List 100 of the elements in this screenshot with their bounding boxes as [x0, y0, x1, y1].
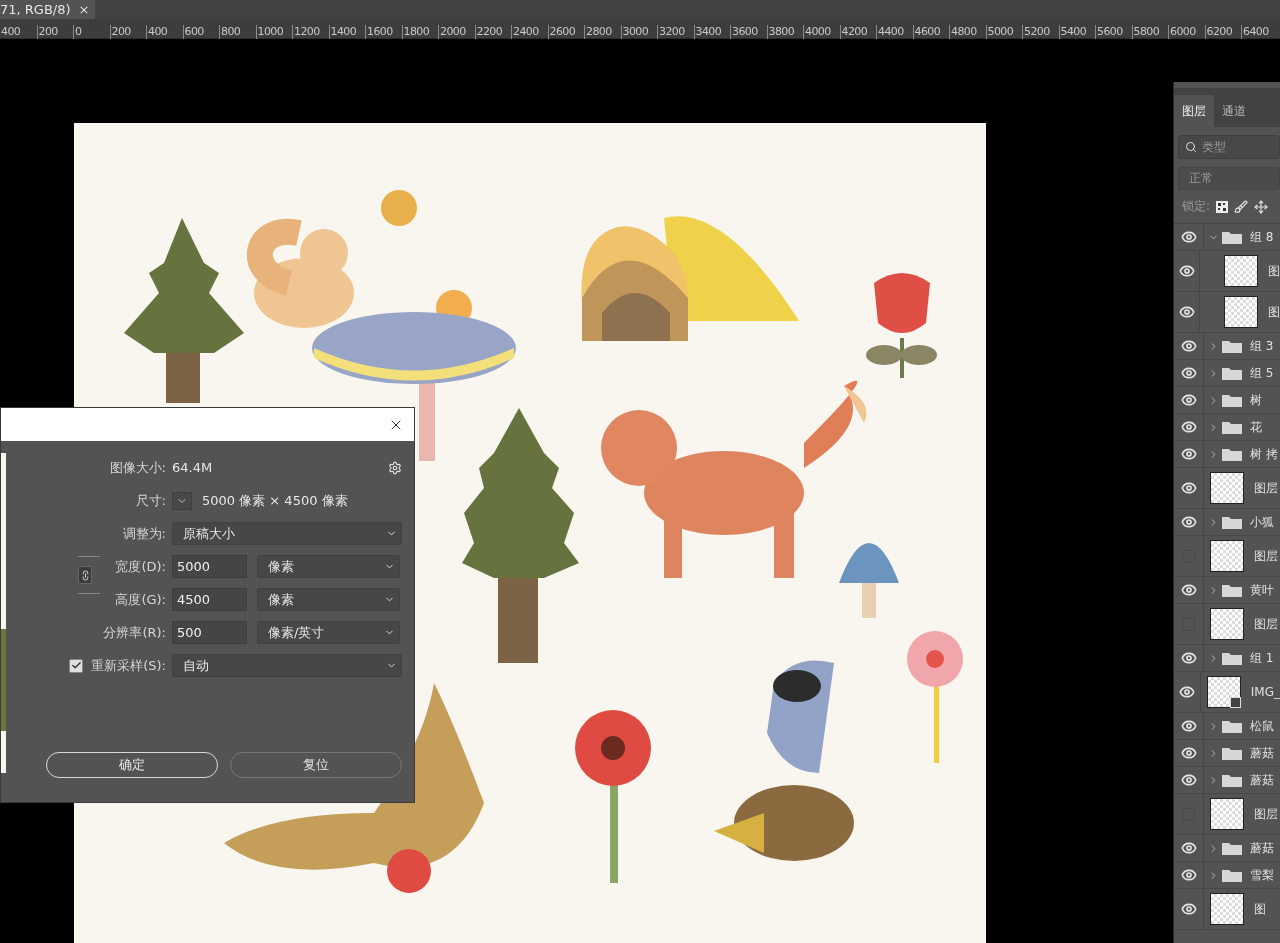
layer-group-row[interactable]: 蘑菇 — [1174, 740, 1280, 767]
field-label: 宽度(D): — [115, 557, 166, 576]
layer-group-row[interactable]: 花 — [1174, 414, 1280, 441]
size-input[interactable]: 5000 — [172, 555, 247, 578]
move-icon[interactable] — [1254, 199, 1269, 214]
layer-thumbnail — [1210, 540, 1244, 572]
ruler-label: 6000 — [1168, 25, 1205, 39]
field-label: 高度(G): — [115, 590, 166, 609]
dimensions-dropdown[interactable] — [172, 491, 192, 510]
layer-row[interactable]: 图层 — [1174, 604, 1280, 645]
layer-group-row[interactable]: 树 拷 — [1174, 441, 1280, 468]
layer-row[interactable]: 图 — [1174, 251, 1280, 292]
ruler-label: 200 — [36, 25, 73, 39]
ruler-label: 400 — [146, 25, 183, 39]
link-icon[interactable] — [78, 566, 92, 584]
unit-select[interactable]: 像素 — [257, 555, 400, 578]
ruler-label: 1000 — [255, 25, 292, 39]
layer-row[interactable]: 图层 — [1174, 468, 1280, 509]
ruler-label: 3200 — [657, 25, 694, 39]
filter-input[interactable]: 类型 — [1200, 139, 1270, 155]
layer-name: 树 拷 — [1250, 445, 1278, 463]
layer-name: 蘑菇 — [1250, 839, 1274, 857]
size-input[interactable]: 4500 — [172, 588, 247, 611]
brush-icon[interactable] — [1234, 199, 1249, 214]
layer-filter-field[interactable]: 类型 — [1178, 135, 1280, 159]
layer-group-row[interactable]: 树 — [1174, 387, 1280, 414]
folder-icon — [1222, 719, 1242, 733]
folder-icon — [1222, 746, 1242, 760]
ruler-label: 800 — [219, 25, 256, 39]
ruler-label: 4600 — [912, 25, 949, 39]
layer-group-row[interactable]: 组 3 — [1174, 333, 1280, 360]
field-label: 尺寸: — [135, 491, 166, 510]
blend-mode-select[interactable]: 正常 — [1178, 167, 1280, 190]
resample-checkbox[interactable] — [69, 658, 84, 673]
tab-close-button[interactable]: × — [78, 2, 90, 17]
layer-group-row[interactable]: 松鼠 — [1174, 713, 1280, 740]
layer-name: 树 — [1250, 391, 1262, 409]
ruler-label: 200 — [109, 25, 146, 39]
folder-icon — [1222, 393, 1242, 407]
layer-row[interactable]: 图 — [1174, 292, 1280, 333]
layer-group-row[interactable]: 组 8 — [1174, 224, 1280, 251]
layer-name: 图层 — [1254, 547, 1278, 565]
layer-group-row[interactable]: 蘑菇 — [1174, 835, 1280, 862]
field-label: 重新采样(S): — [91, 656, 166, 675]
layer-name: 图层 — [1254, 805, 1278, 823]
ruler-label: 1200 — [292, 25, 329, 39]
layer-name: 蘑菇 — [1250, 744, 1274, 762]
ruler-label: 3600 — [730, 25, 767, 39]
search-icon — [1185, 141, 1197, 153]
layer-name: 蘑菇 — [1250, 771, 1274, 789]
ruler-label: 4400 — [876, 25, 913, 39]
layer-group-row[interactable]: 黄叶 — [1174, 577, 1280, 604]
layer-row[interactable]: 图 — [1174, 889, 1280, 930]
layer-thumbnail — [1210, 608, 1244, 640]
layer-name: 小狐 — [1250, 513, 1274, 531]
ruler-label: 0 — [73, 25, 110, 39]
folder-icon — [1222, 366, 1242, 380]
field-label: 分辨率(R): — [103, 623, 166, 642]
layer-group-row[interactable]: 雪梨 — [1174, 862, 1280, 889]
resolution-input[interactable]: 500 — [172, 621, 247, 644]
layer-name: 图层 — [1254, 615, 1278, 633]
unit-select[interactable]: 像素 — [257, 588, 400, 611]
unit-select[interactable]: 像素/英寸 — [257, 621, 400, 644]
constrain-link-bracket[interactable] — [78, 556, 100, 594]
layer-name: 组 5 — [1250, 364, 1274, 382]
ruler-label: 5400 — [1058, 25, 1095, 39]
layer-row[interactable]: 图层 — [1174, 794, 1280, 835]
ruler-label: 4000 — [803, 25, 840, 39]
resample-select[interactable]: 自动 — [172, 654, 402, 677]
ruler-label: 1400 — [328, 25, 365, 39]
layer-name: 图层 — [1254, 479, 1278, 497]
document-tab[interactable]: 71, RGB/8) × — [0, 0, 96, 19]
folder-icon — [1222, 841, 1242, 855]
checker-lock-icon[interactable] — [1216, 200, 1229, 213]
layer-row[interactable]: IMG_ — [1174, 672, 1280, 713]
settings-icon[interactable] — [388, 460, 402, 475]
layer-group-row[interactable]: 小狐 — [1174, 509, 1280, 536]
folder-icon — [1222, 447, 1242, 461]
layer-thumbnail — [1210, 798, 1244, 830]
layer-name: 组 8 — [1250, 228, 1274, 246]
layer-thumbnail — [1224, 296, 1258, 328]
fit-to-select[interactable]: 原稿大小 — [172, 522, 402, 545]
layer-name: 组 3 — [1250, 337, 1274, 355]
layer-name: 组 1 — [1250, 649, 1274, 667]
ruler-label: 2000 — [438, 25, 475, 39]
ruler-label: 3800 — [766, 25, 803, 39]
ruler-label: 1600 — [365, 25, 402, 39]
ruler-label: 3000 — [620, 25, 657, 39]
reset-button[interactable]: 复位 — [230, 752, 402, 778]
layer-row[interactable]: 图层 — [1174, 536, 1280, 577]
layer-group-row[interactable]: 蘑菇 — [1174, 767, 1280, 794]
layer-group-row[interactable]: 组 1 — [1174, 645, 1280, 672]
folder-icon — [1222, 651, 1242, 665]
folder-icon — [1222, 515, 1242, 529]
ok-button[interactable]: 确定 — [46, 752, 218, 778]
ruler-label: 6200 — [1204, 25, 1241, 39]
folder-icon — [1222, 339, 1242, 353]
folder-icon — [1222, 583, 1242, 597]
panel-tab[interactable]: 图层 — [1174, 95, 1214, 127]
layer-group-row[interactable]: 组 5 — [1174, 360, 1280, 387]
